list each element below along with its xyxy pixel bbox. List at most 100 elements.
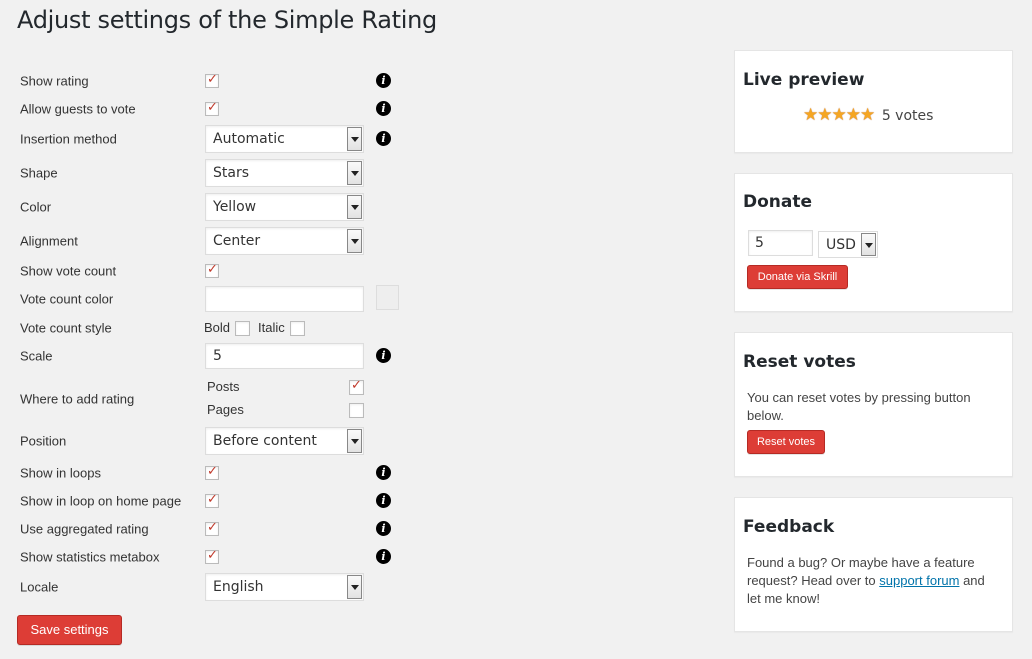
save-settings-button[interactable]: Save settings [17, 615, 122, 645]
donate-skrill-button[interactable]: Donate via Skrill [747, 265, 848, 289]
vote-count-color-label: Vote count color [20, 291, 114, 307]
show-statistics-checkbox[interactable]: ✓ [205, 548, 219, 564]
row-show-rating: Show rating ✓ i [0, 67, 420, 95]
info-icon[interactable]: i [376, 549, 391, 564]
row-alignment: Alignment Center [0, 227, 420, 255]
where-to-add-label: Where to add rating [20, 391, 135, 407]
reset-votes-panel: Reset votes You can reset votes by press… [734, 332, 1013, 477]
show-vote-count-checkbox[interactable]: ✓ [205, 262, 219, 278]
posts-label: Posts [207, 379, 240, 394]
info-icon[interactable]: i [376, 465, 391, 480]
page-title: Adjust settings of the Simple Rating [17, 6, 437, 34]
allow-guests-checkbox[interactable]: ✓ [205, 100, 219, 116]
feedback-panel: Feedback Found a bug? Or maybe have a fe… [734, 497, 1013, 632]
info-icon[interactable]: i [376, 131, 391, 146]
support-forum-link[interactable]: support forum [879, 573, 959, 588]
row-show-in-loops: Show in loops ✓ i [0, 459, 420, 487]
row-show-vote-count: Show vote count ✓ [0, 257, 420, 285]
row-show-in-loop-home: Show in loop on home page ✓ i [0, 487, 420, 515]
row-where-to-add: Where to add rating Posts ✓ Pages [0, 374, 420, 424]
select-value: Automatic [213, 131, 285, 147]
vote-count-color-input[interactable] [205, 286, 364, 312]
info-icon[interactable]: i [376, 101, 391, 116]
scale-label: Scale [20, 348, 53, 364]
color-select[interactable]: Yellow [205, 193, 364, 221]
info-icon[interactable]: i [376, 73, 391, 88]
insertion-method-select[interactable]: Automatic [205, 125, 364, 153]
check-icon: ✓ [351, 378, 362, 393]
insertion-method-label: Insertion method [20, 131, 117, 147]
color-swatch[interactable] [376, 285, 399, 310]
show-in-loop-home-checkbox[interactable]: ✓ [205, 492, 219, 508]
feedback-title: Feedback [743, 517, 835, 537]
info-icon[interactable]: i [376, 521, 391, 536]
currency-select[interactable]: USD [818, 231, 878, 258]
show-in-loop-home-label: Show in loop on home page [20, 493, 182, 509]
rating-stars[interactable]: ★★★★★ [803, 105, 875, 124]
chevron-down-icon[interactable] [347, 429, 362, 453]
locale-label: Locale [20, 579, 59, 595]
feedback-text: Found a bug? Or maybe have a feature req… [747, 554, 1002, 608]
reset-votes-title: Reset votes [743, 352, 856, 372]
chevron-down-icon[interactable] [347, 229, 362, 253]
chevron-down-icon[interactable] [861, 233, 876, 256]
color-label: Color [20, 199, 52, 215]
allow-guests-label: Allow guests to vote [20, 101, 136, 117]
use-aggregated-checkbox[interactable]: ✓ [205, 520, 219, 536]
input-value: 5 [213, 348, 222, 364]
locale-select[interactable]: English [205, 573, 364, 601]
show-in-loops-checkbox[interactable]: ✓ [205, 464, 219, 480]
reset-votes-text: You can reset votes by pressing button b… [747, 390, 971, 423]
shape-select[interactable]: Stars [205, 159, 364, 187]
row-vote-count-style: Vote count style Bold Italic [0, 314, 420, 342]
select-value: USD [826, 237, 856, 253]
select-value: Yellow [213, 199, 257, 215]
check-icon: ✓ [207, 492, 218, 507]
show-vote-count-label: Show vote count [20, 263, 117, 279]
vote-count: 5 votes [881, 108, 934, 124]
info-icon[interactable]: i [376, 348, 391, 363]
check-icon: ✓ [207, 72, 218, 87]
scale-input[interactable]: 5 [205, 343, 364, 369]
show-statistics-label: Show statistics metabox [20, 549, 160, 565]
pages-label: Pages [207, 402, 244, 417]
row-scale: Scale 5 i [0, 342, 420, 370]
select-value: Stars [213, 165, 250, 181]
select-value: Center [213, 233, 261, 249]
italic-checkbox[interactable] [290, 321, 305, 336]
donate-panel: Donate 5 USD Donate via Skrill [734, 173, 1013, 312]
row-allow-guests: Allow guests to vote ✓ i [0, 95, 420, 123]
reset-votes-button[interactable]: Reset votes [747, 430, 825, 454]
position-label: Position [20, 433, 67, 449]
chevron-down-icon[interactable] [347, 575, 362, 599]
check-icon: ✓ [207, 520, 218, 535]
select-value: Before content [213, 433, 317, 449]
bold-label: Bold [204, 320, 231, 335]
donate-title: Donate [743, 192, 813, 212]
position-select[interactable]: Before content [205, 427, 364, 455]
alignment-select[interactable]: Center [205, 227, 364, 255]
show-rating-checkbox[interactable]: ✓ [205, 72, 219, 88]
row-vote-count-color: Vote count color [0, 285, 420, 313]
row-insertion-method: Insertion method Automatic i [0, 125, 420, 153]
chevron-down-icon[interactable] [347, 195, 362, 219]
donate-amount-input[interactable]: 5 [748, 230, 813, 256]
row-show-statistics: Show statistics metabox ✓ i [0, 543, 420, 571]
chevron-down-icon[interactable] [347, 127, 362, 151]
posts-checkbox[interactable]: ✓ [349, 378, 364, 395]
chevron-down-icon[interactable] [347, 161, 362, 185]
show-rating-label: Show rating [20, 73, 89, 89]
row-position: Position Before content [0, 427, 420, 455]
info-icon[interactable]: i [376, 493, 391, 508]
row-shape: Shape Stars [0, 159, 420, 187]
use-aggregated-label: Use aggregated rating [20, 521, 149, 537]
bold-checkbox[interactable] [235, 321, 250, 336]
input-value: 5 [755, 235, 764, 251]
pages-checkbox[interactable] [349, 403, 364, 418]
alignment-label: Alignment [20, 233, 78, 249]
live-preview-panel: Live preview ★★★★★ 5 votes [734, 50, 1013, 153]
live-preview-title: Live preview [743, 70, 865, 90]
shape-label: Shape [20, 165, 58, 181]
row-use-aggregated: Use aggregated rating ✓ i [0, 515, 420, 543]
check-icon: ✓ [207, 464, 218, 479]
